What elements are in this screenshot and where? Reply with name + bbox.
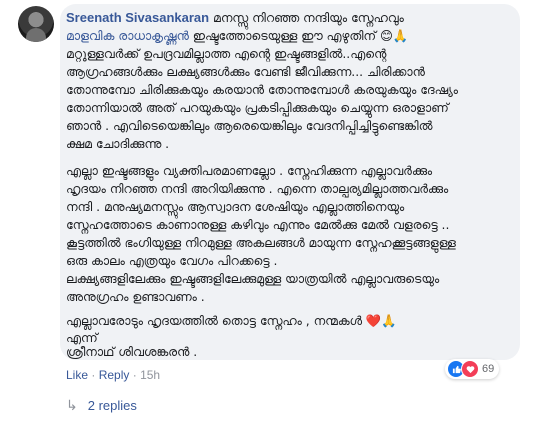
timestamp[interactable]: 15h (140, 368, 160, 382)
comment-line: കൂട്ടത്തിൽ ഭംഗിയുള്ള നിറമുള്ള അകലങ്ങൾ മാ… (66, 235, 456, 250)
comment-line: മാളവിക രാധാകൃഷ്ണൻ ഇഷ്ടത്തോടെയുള്ള ഈ എഴുത… (66, 28, 408, 44)
love-reaction-icon (461, 360, 479, 378)
comment-line: ഒരു കാലം എത്രയും വേഗം പിറക്കട്ടെ . (66, 253, 278, 268)
comment-line: എല്ലാവരോടും ഹൃദയത്തിൽ തൊട്ട സ്നേഹം , നന്… (66, 313, 397, 329)
mention-link[interactable]: മാളവിക രാധാകൃഷ്ണൻ (66, 28, 189, 43)
comment-line: ഹൃദയം നിറഞ്ഞ നന്ദി അറിയിക്കുന്നു . എന്നെ… (66, 181, 449, 196)
comment-line: ഞാൻ . എവിടെയെങ്കിലും ആരെയെങ്കിലും വേദനിപ… (66, 118, 433, 133)
reply-arrow-icon: ↳ (66, 397, 78, 413)
comment-line: ലക്ഷ്യങ്ങളിലേക്കും ഇഷ്ടങ്ങളിലേക്കുമുള്ള … (66, 271, 440, 286)
reactions-summary[interactable]: 69 (445, 359, 500, 379)
separator: · (91, 368, 96, 382)
comment-line: അനുഗ്രഹം ഉണ്ടാവണം . (66, 289, 205, 304)
comment-line: തോന്നുമ്പോ ചിരിക്കുകയും കരയാൻ തോന്നുമ്പോ… (66, 82, 458, 97)
comment-actions: Like · Reply · 15h (66, 368, 160, 382)
author-name[interactable]: Sreenath Sivasankaran (66, 10, 209, 25)
comment-text: മനസ്സു നിറഞ്ഞ നന്ദിയും സ്നേഹവും (213, 10, 404, 25)
replies-label[interactable]: 2 replies (88, 398, 137, 413)
avatar[interactable] (18, 6, 54, 42)
comment-line: ക്ഷമ ചോദിക്കുന്നു . (66, 136, 170, 151)
comment-line: സ്നേഹത്തോടെ കാണാനുള്ള കഴിവും എന്നും മേൽക… (66, 217, 450, 232)
comment-header-line: Sreenath Sivasankaran മനസ്സു നിറഞ്ഞ നന്ദ… (66, 10, 404, 26)
like-button[interactable]: Like (66, 368, 88, 382)
reply-button[interactable]: Reply (99, 368, 130, 382)
comment-line: മറ്റുള്ളവർക്ക് ഉപദ്രവമില്ലാത്ത എന്റെ ഇഷ്… (66, 46, 387, 61)
smile-pray-emoji-icon: 😊🙏 (379, 28, 409, 43)
signature: ശ്രീനാഥ് ശിവശങ്കരൻ . (66, 344, 198, 359)
comment-line: ആഗ്രഹങ്ങൾക്കും ലക്ഷ്യങ്ങൾക്കും വേണ്ടി ജീ… (66, 64, 425, 79)
heart-pray-emoji-icon: ❤️🙏 (365, 313, 397, 328)
comment-line: തോന്നിയാൽ അത് പറയുകയും പ്രകടിപ്പിക്കുകയു… (66, 100, 449, 115)
reaction-count: 69 (482, 363, 495, 375)
comment-line: എല്ലാ ഇഷ്ടങ്ങളും വ്യക്തിപരമാണല്ലോ . സ്നേ… (66, 163, 433, 178)
view-replies-link[interactable]: ↳ 2 replies (66, 397, 137, 414)
comment-text: ഇഷ്ടത്തോടെയുള്ള ഈ എഴുതിന് (192, 28, 377, 43)
comment-line: നന്ദി . മനുഷ്യമനസ്സും ആസ്വാദന ശേഷിയും എല… (66, 199, 405, 214)
comment-text: എല്ലാവരോടും ഹൃദയത്തിൽ തൊട്ട സ്നേഹം , നന്… (66, 313, 362, 328)
separator: · (132, 368, 137, 382)
